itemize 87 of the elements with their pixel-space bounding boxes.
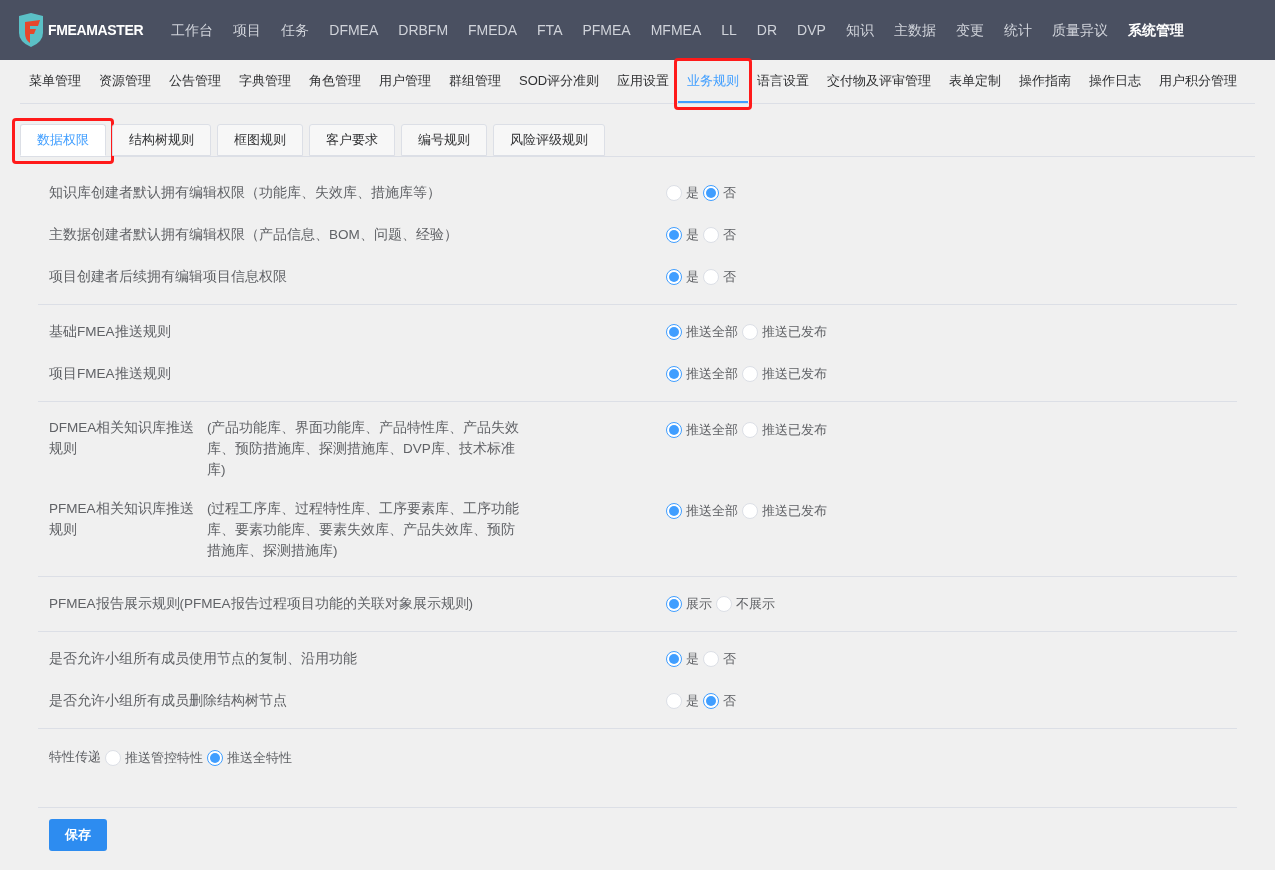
sub-nav-tab[interactable]: 操作指南 bbox=[1010, 60, 1081, 103]
radio-button[interactable] bbox=[666, 324, 682, 340]
sub-nav-tab[interactable]: 应用设置 bbox=[608, 60, 679, 103]
radio-option[interactable]: 是 bbox=[666, 649, 699, 669]
radio-option[interactable]: 推送管控特性 bbox=[105, 748, 203, 768]
logo-text: FMEAMASTER bbox=[48, 20, 144, 40]
radio-option[interactable]: 是 bbox=[666, 267, 699, 287]
top-nav-item[interactable]: 知识 bbox=[835, 19, 884, 41]
sub-nav-tab[interactable]: 语言设置 bbox=[748, 60, 819, 103]
radio-option[interactable]: 是 bbox=[666, 691, 699, 711]
sub-nav-tab[interactable]: 用户积分管理 bbox=[1150, 60, 1247, 103]
sub-nav-tab[interactable]: 公告管理 bbox=[160, 60, 230, 103]
radio-button[interactable] bbox=[666, 502, 682, 519]
setting-label: 特性传递 bbox=[49, 748, 101, 766]
top-nav-item[interactable]: 系统管理 bbox=[1117, 19, 1194, 41]
sub-nav-tab[interactable]: 用户管理 bbox=[370, 60, 440, 103]
top-nav-item[interactable]: FMEDA bbox=[458, 19, 528, 41]
radio-option[interactable]: 是 bbox=[666, 225, 699, 245]
radio-option[interactable]: 否 bbox=[703, 691, 736, 711]
radio-option[interactable]: 推送全部 bbox=[666, 322, 738, 342]
top-nav-item[interactable]: PFMEA bbox=[572, 19, 641, 41]
setting-label: 主数据创建者默认拥有编辑权限（产品信息、BOM、问题、经验） bbox=[49, 225, 458, 244]
top-nav-item[interactable]: 主数据 bbox=[883, 19, 946, 41]
radio-option[interactable]: 推送全部 bbox=[666, 420, 738, 440]
radio-button[interactable] bbox=[666, 269, 682, 285]
sub-nav-tab[interactable]: 资源管理 bbox=[90, 60, 160, 103]
setting-label: 是否允许小组所有成员删除结构树节点 bbox=[49, 691, 287, 710]
sub-nav-tab[interactable]: 字典管理 bbox=[230, 60, 300, 103]
radio-option[interactable]: 推送全部 bbox=[666, 364, 738, 384]
radio-button[interactable] bbox=[666, 366, 682, 382]
top-nav-item[interactable]: 项目 bbox=[223, 19, 272, 41]
radio-option[interactable]: 是 bbox=[666, 183, 699, 203]
tab[interactable]: 编号规则 bbox=[401, 124, 487, 156]
radio-button[interactable] bbox=[703, 693, 719, 709]
radio-option[interactable]: 不展示 bbox=[716, 594, 775, 614]
setting-label: 项目FMEA推送规则 bbox=[49, 364, 171, 383]
radio-option[interactable]: 展示 bbox=[666, 594, 712, 614]
radio-option[interactable]: 推送已发布 bbox=[742, 322, 827, 342]
radio-option[interactable]: 推送全特性 bbox=[207, 748, 292, 768]
setting-note: (产品功能库、界面功能库、产品特性库、产品失效库、预防措施库、探测措施库、DVP库、技术标准库) bbox=[207, 419, 521, 479]
tab[interactable]: 结构树规则 bbox=[112, 124, 211, 156]
radio-option[interactable]: 推送已发布 bbox=[742, 420, 827, 440]
setting-label: 基础FMEA推送规则 bbox=[49, 322, 171, 341]
top-nav-item[interactable]: DR bbox=[746, 19, 788, 41]
radio-button[interactable] bbox=[666, 227, 682, 243]
sub-nav-tab[interactable]: 交付物及评审管理 bbox=[818, 60, 941, 103]
radio-option[interactable]: 推送全部 bbox=[666, 501, 738, 521]
top-nav-item[interactable]: 统计 bbox=[993, 19, 1042, 41]
top-nav-item[interactable]: DVP bbox=[787, 19, 836, 41]
tab[interactable]: 客户要求 bbox=[309, 124, 395, 156]
setting-label: PFMEA报告展示规则(PFMEA报告过程项目功能的关联对象展示规则) bbox=[49, 594, 473, 613]
setting-label: 是否允许小组所有成员使用节点的复制、沿用功能 bbox=[49, 649, 357, 668]
setting-label: PFMEA相关知识库推送规则 bbox=[49, 500, 195, 539]
radio-button[interactable] bbox=[666, 421, 682, 438]
sub-nav-tab[interactable]: 菜单管理 bbox=[20, 60, 90, 103]
radio-button[interactable] bbox=[666, 651, 682, 667]
sub-nav-tab[interactable]: 操作日志 bbox=[1080, 60, 1151, 103]
top-nav-item[interactable]: DRBFM bbox=[388, 19, 459, 41]
setting-label: 项目创建者后续拥有编辑项目信息权限 bbox=[49, 267, 287, 286]
top-nav-item[interactable]: 质量异议 bbox=[1041, 19, 1118, 41]
setting-label: DFMEA相关知识库推送规则 bbox=[49, 419, 196, 458]
top-nav-item[interactable]: 工作台 bbox=[161, 19, 224, 41]
setting-label: 知识库创建者默认拥有编辑权限（功能库、失效库、措施库等） bbox=[49, 183, 441, 202]
top-nav-item[interactable]: LL bbox=[711, 19, 747, 41]
sub-nav-tab[interactable]: SOD评分准则 bbox=[510, 60, 609, 103]
tab[interactable]: 风险评级规则 bbox=[493, 124, 605, 156]
tab[interactable]: 框图规则 bbox=[217, 124, 303, 156]
top-nav-item[interactable]: 变更 bbox=[945, 19, 994, 41]
radio-button[interactable] bbox=[207, 749, 223, 766]
radio-option[interactable]: 否 bbox=[703, 225, 736, 245]
setting-note: (过程工序库、过程特性库、工序要素库、工序功能库、要素功能库、要素失效库、产品失效库、预防措施库、探测措施库) bbox=[207, 500, 521, 560]
top-nav-item[interactable]: 任务 bbox=[271, 19, 320, 41]
radio-option[interactable]: 否 bbox=[703, 267, 736, 287]
top-nav-item[interactable]: MFMEA bbox=[640, 19, 712, 41]
radio-option[interactable]: 推送已发布 bbox=[742, 364, 827, 384]
sub-nav-tab[interactable]: 角色管理 bbox=[300, 60, 370, 103]
radio-button[interactable] bbox=[703, 185, 719, 201]
sub-nav-tab[interactable]: 表单定制 bbox=[940, 60, 1011, 103]
sub-nav-tab[interactable]: 群组管理 bbox=[440, 60, 510, 103]
save-button[interactable]: 保存 bbox=[49, 819, 107, 851]
radio-option[interactable]: 推送已发布 bbox=[742, 501, 827, 521]
top-nav-item[interactable]: DFMEA bbox=[319, 19, 389, 41]
top-nav-item[interactable]: FTA bbox=[527, 19, 573, 41]
radio-option[interactable]: 否 bbox=[703, 183, 736, 203]
radio-button[interactable] bbox=[666, 596, 682, 612]
radio-option[interactable]: 否 bbox=[703, 649, 736, 669]
shield-logo-icon bbox=[18, 13, 44, 47]
